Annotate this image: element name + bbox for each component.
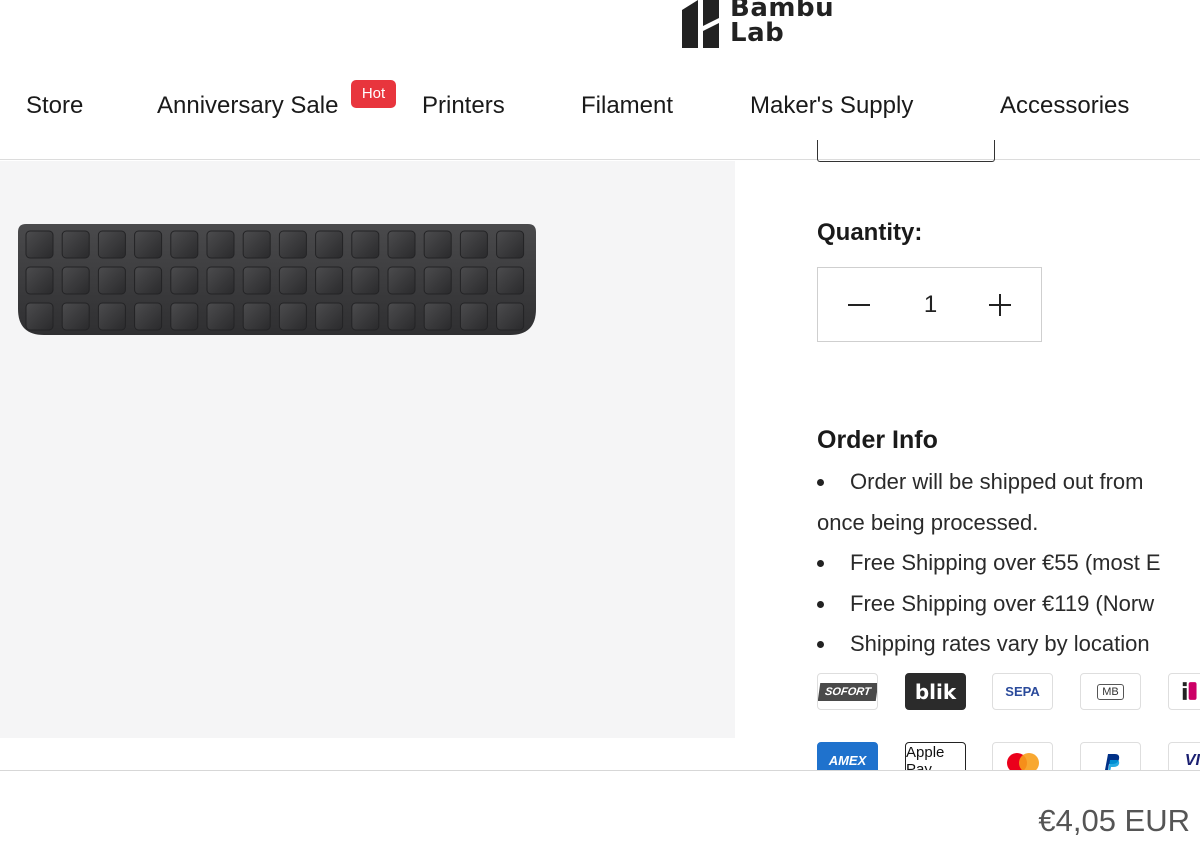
keypad-key	[134, 230, 163, 259]
blik-icon: blik	[905, 673, 966, 710]
keypad-key	[61, 302, 90, 331]
sofort-icon: SOFORT	[817, 673, 878, 710]
bullet-icon	[817, 641, 824, 648]
order-info-item: Shipping rates vary by location	[817, 624, 1200, 665]
keypad-key	[496, 266, 525, 295]
keypad-key	[423, 266, 452, 295]
keypad-key	[459, 230, 488, 259]
sepa-icon: SEPA	[992, 673, 1053, 710]
keypad-key	[242, 230, 271, 259]
nav-item-store[interactable]: Store	[26, 92, 83, 120]
keypad-key	[423, 230, 452, 259]
main-nav: Store Anniversary Sale Printers Filament…	[0, 92, 1200, 132]
keypad-key	[278, 230, 307, 259]
minus-icon	[847, 303, 870, 306]
keypad-key	[170, 230, 199, 259]
multibanco-icon: MB	[1080, 673, 1141, 710]
order-info-text: Order will be shipped out from	[850, 469, 1144, 494]
quantity-label: Quantity:	[817, 219, 923, 246]
order-info-item: Free Shipping over €55 (most E	[817, 543, 1200, 584]
keypad-key	[423, 302, 452, 331]
order-info-text: Free Shipping over €119 (Norw	[850, 590, 1155, 616]
quantity-stepper: 1	[817, 267, 1042, 342]
quantity-decrease-button[interactable]	[821, 268, 896, 341]
visa-label: VISA	[1184, 751, 1200, 769]
amex-label: AMEX	[828, 753, 867, 768]
keypad-key	[97, 302, 126, 331]
keypad-key	[61, 230, 90, 259]
hot-badge: Hot	[351, 80, 396, 108]
ideal-icon	[1168, 673, 1200, 710]
sticky-add-to-cart-bar: €4,05 EUR	[0, 770, 1200, 852]
keypad-key	[387, 266, 416, 295]
bullet-icon	[817, 600, 824, 608]
keypad-key	[134, 302, 163, 331]
keypad-key	[315, 302, 344, 331]
bambu-lab-logo[interactable]: Bambu Lab	[680, 0, 855, 52]
keypad-key	[206, 266, 235, 295]
site-header: Bambu Lab Store Anniversary Sale Printer…	[0, 0, 1200, 160]
plus-icon	[988, 293, 1011, 316]
selected-variant-box[interactable]	[817, 140, 995, 162]
keypad-key	[61, 266, 90, 295]
product-image-panel[interactable]	[0, 161, 735, 738]
keypad-key	[315, 230, 344, 259]
keypad-key	[97, 266, 126, 295]
keypad-key	[351, 266, 380, 295]
order-info-item: Free Shipping over €119 (Norw	[817, 584, 1200, 625]
bullet-icon	[817, 479, 824, 486]
nav-item-anniversary-sale[interactable]: Anniversary Sale	[157, 92, 338, 120]
keypad-key	[496, 302, 525, 331]
order-info-list: Order will be shipped out from once bein…	[817, 462, 1200, 665]
keypad-key	[206, 302, 235, 331]
quantity-increase-button[interactable]	[962, 268, 1037, 341]
keypad-key	[25, 266, 54, 295]
ideal-mark-icon	[1182, 681, 1197, 700]
order-info-text: once being processed.	[817, 509, 1039, 535]
keypad-key	[315, 266, 344, 295]
keypad-key	[351, 302, 380, 331]
keypad-key	[459, 302, 488, 331]
keypad-key	[206, 230, 235, 259]
logo-mark-icon	[682, 0, 719, 48]
logo-text: Bambu Lab	[730, 0, 834, 46]
keypad-key	[97, 230, 126, 259]
order-info-title: Order Info	[817, 426, 938, 454]
nav-item-printers[interactable]: Printers	[422, 92, 505, 120]
keypad-key	[170, 266, 199, 295]
logo-line2: Lab	[730, 18, 785, 48]
keypad-key	[25, 302, 54, 331]
blik-label: blik	[914, 679, 957, 704]
sepa-label: SEPA	[1005, 684, 1040, 699]
keypad-key	[278, 302, 307, 331]
nav-item-accessories[interactable]: Accessories	[1000, 92, 1129, 120]
bullet-icon	[817, 560, 824, 567]
keypad-key	[351, 230, 380, 259]
keypad-key	[242, 266, 271, 295]
order-info-item-continued: once being processed.	[817, 503, 1200, 544]
keypad-key	[170, 302, 199, 331]
multibanco-label: MB	[1097, 683, 1124, 700]
order-info-text: Free Shipping over €55 (most E	[850, 550, 1161, 575]
keypad-key	[25, 230, 54, 259]
keypad-key	[387, 230, 416, 259]
nav-item-filament[interactable]: Filament	[581, 92, 673, 120]
product-image	[18, 224, 536, 335]
product-price: €4,05 EUR	[1038, 803, 1190, 838]
keypad-key	[496, 230, 525, 259]
keypad-key	[459, 266, 488, 295]
order-info-text: Shipping rates vary by location	[850, 631, 1150, 656]
keypad-key	[134, 266, 163, 295]
keypad-key	[278, 266, 307, 295]
sofort-label: SOFORT	[818, 682, 877, 701]
keypad-key	[242, 302, 271, 331]
quantity-value[interactable]: 1	[893, 268, 968, 341]
nav-item-makers-supply[interactable]: Maker's Supply	[750, 92, 913, 120]
keypad-key	[387, 302, 416, 331]
order-info-item: Order will be shipped out from	[817, 462, 1200, 503]
